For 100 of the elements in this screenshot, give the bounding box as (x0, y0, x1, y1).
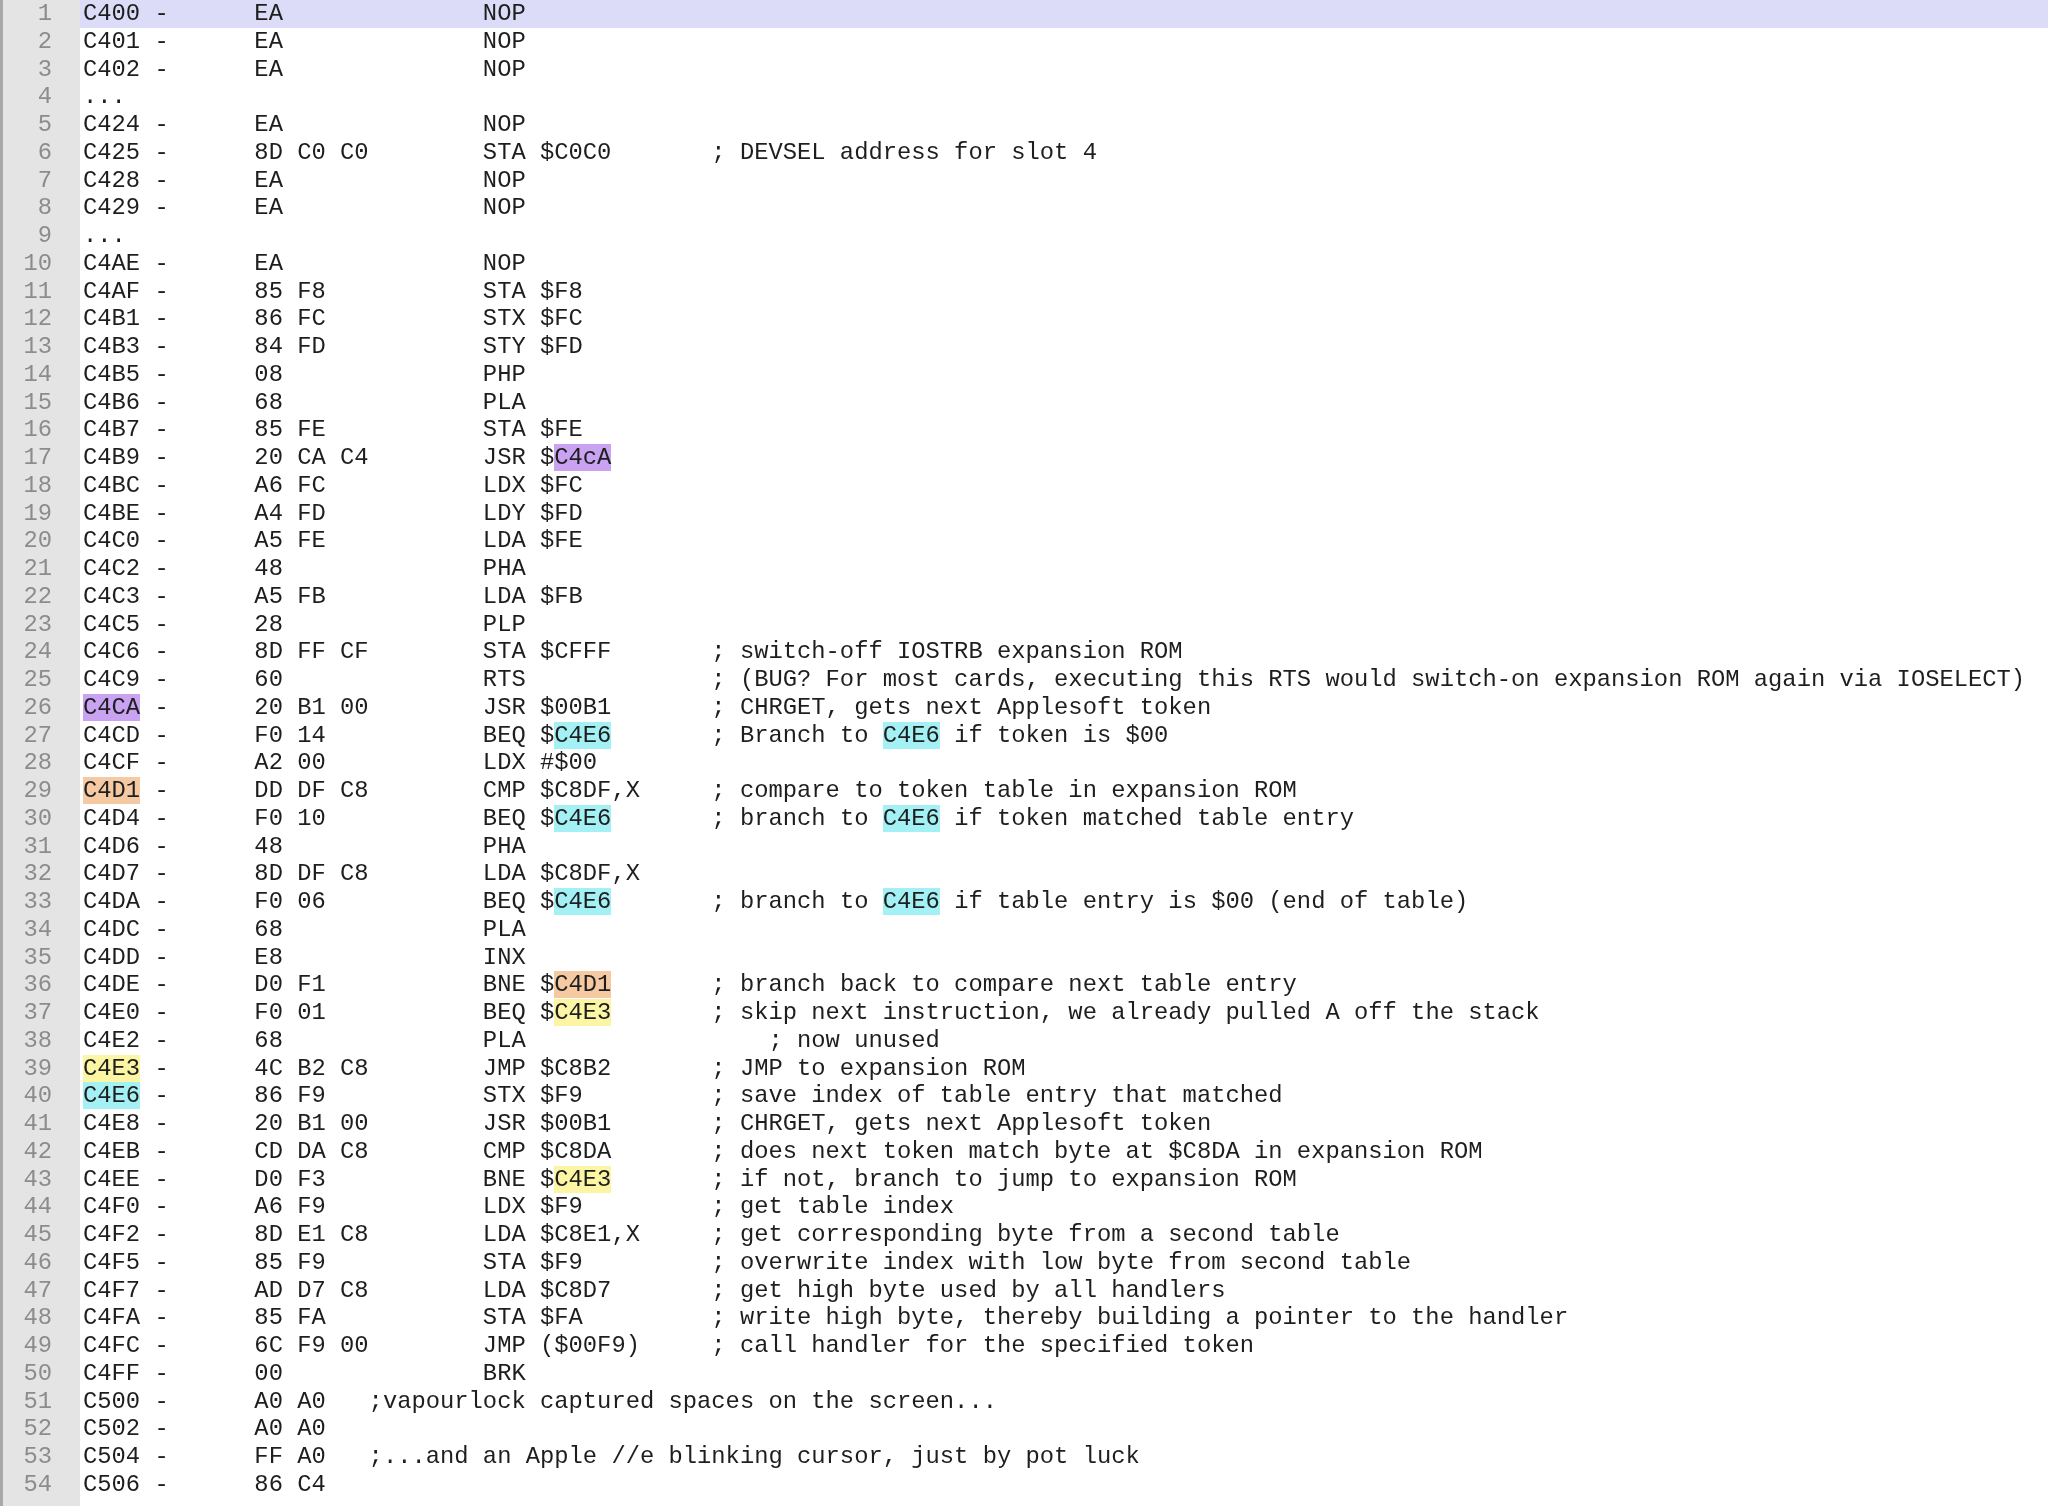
code-text: C4C3 - A5 FB LDA $FB (83, 582, 583, 610)
code-text: - 4C B2 C8 JMP $C8B2 ; JMP to expansion ROM (153, 1054, 1026, 1082)
highlighted-text: C4E3 (554, 1165, 612, 1193)
code-text: C4E8 - 20 B1 00 JSR $00B1 ; CHRGET, gets next Applesoft token (83, 1110, 1212, 1137)
code-text: C4FC - 6C F9 00 JMP ($00F9) ; call handler for the specified token (83, 1332, 1254, 1359)
line-number: 8 (37, 194, 53, 222)
line-number: 33 (23, 888, 53, 916)
code-text: C4FF - 00 BRK (83, 1359, 526, 1387)
highlighted-text: C4E6 (554, 721, 612, 749)
code-text: C4E0 - F0 01 BEQ $ (83, 999, 555, 1026)
highlighted-text: C4E6 (882, 721, 940, 749)
line-number: 13 (23, 333, 53, 361)
line-number: 40 (23, 1082, 53, 1110)
code-text: C429 - EA NOP (83, 194, 526, 222)
line-number: 26 (23, 693, 53, 722)
highlighted-text: C4E6 (882, 888, 940, 915)
highlighted-text: C4E6 (83, 1082, 141, 1110)
highlighted-text: C4CA (83, 693, 141, 721)
line-number: 48 (23, 1304, 53, 1332)
code-text: C4AE - EA NOP (83, 249, 526, 277)
line-number: 36 (23, 971, 53, 999)
line-number: 28 (23, 749, 53, 777)
highlighted-text: C4E3 (554, 999, 612, 1026)
code-text: C4FA - 85 FA STA $FA ; write high byte, thereby building a pointer to the handler (83, 1304, 1569, 1332)
line-number: 15 (23, 388, 53, 417)
line-number: 11 (23, 277, 53, 306)
line-number: 53 (23, 1443, 53, 1471)
code-text: C4B7 - 85 FE STA $FE (83, 416, 583, 444)
line-number: 18 (23, 471, 53, 500)
line-number: 54 (23, 1470, 53, 1499)
line-number: 51 (23, 1387, 53, 1416)
code-text: C4D7 - 8D DF C8 LDA $C8DF,X (83, 860, 640, 888)
code-text: ; if not, branch to jump to expansion ROM (710, 1165, 1297, 1193)
line-number: 42 (23, 1137, 53, 1166)
line-number: 25 (23, 666, 53, 694)
line-number: 39 (23, 1054, 53, 1083)
code-text: if token is $00 (953, 721, 1169, 749)
code-text: C4B6 - 68 PLA (83, 388, 526, 416)
line-number: 46 (23, 1248, 53, 1277)
line-number: 17 (23, 444, 53, 472)
code-text: C4F5 - 85 F9 STA $F9 ; overwrite index with low byte from second table (83, 1248, 1412, 1276)
line-number: 43 (23, 1165, 53, 1194)
code-text: - DD DF C8 CMP $C8DF,X ; compare to token table in expansion ROM (153, 777, 1297, 804)
line-number: 3 (37, 55, 53, 84)
line-number: 47 (23, 1276, 53, 1305)
code-text: if table entry is $00 (end of table) (953, 888, 1469, 915)
code-text: C502 - A0 A0 (83, 1415, 326, 1443)
code-text: C4DE - D0 F1 BNE $ (83, 971, 555, 999)
code-text: C4B5 - 08 PHP (83, 360, 526, 388)
line-number: 1 (37, 0, 53, 28)
code-text: - 20 B1 00 JSR $00B1 ; CHRGET, gets next Applesoft token (153, 693, 1212, 721)
code-text: C428 - EA NOP (83, 166, 526, 194)
line-number: 24 (23, 638, 53, 666)
line-number: 37 (23, 999, 53, 1027)
line-number: 50 (23, 1359, 53, 1388)
line-number: 29 (23, 777, 53, 805)
code-text: C4EE - D0 F3 BNE $ (83, 1165, 555, 1193)
highlighted-text: C4E6 (554, 804, 612, 832)
code-text: C424 - EA NOP (83, 111, 526, 138)
code-text: - 86 F9 STX $F9 ; save index of table entry that matched (153, 1082, 1283, 1110)
code-text: ; branch back to compare next table entry (710, 971, 1297, 999)
line-number: 35 (23, 943, 53, 972)
code-text: C4CF - A2 00 LDX #$00 (83, 749, 598, 777)
code-text: C4C9 - 60 RTS ; (BUG? For most cards, executing this RTS would switch-on expansion ROM again via IOSELECT) (83, 666, 2026, 693)
line-number: 2 (37, 27, 53, 56)
line-number: 32 (23, 860, 53, 888)
code-text: C4DD - E8 INX (83, 943, 526, 971)
code-text: ; branch to (710, 804, 870, 832)
code-text: ; skip next instruction, we already pulled A off the stack (710, 999, 1540, 1026)
line-number: 52 (23, 1415, 53, 1443)
code-text: C4F2 - 8D E1 C8 LDA $C8E1,X ; get corresponding byte from a second table (83, 1221, 1340, 1248)
code-text: C4B1 - 86 FC STX $FC (83, 305, 583, 333)
code-text: ; branch to (710, 888, 870, 915)
code-text: C504 - FF A0 ;...and an Apple //e blinking cursor, just by pot luck (83, 1443, 1140, 1470)
code-text: C4F0 - A6 F9 LDX $F9 ; get table index (83, 1193, 955, 1221)
highlighted-text: C4E6 (554, 888, 612, 915)
line-number: 19 (23, 499, 53, 528)
code-text: C4AF - 85 F8 STA $F8 (83, 277, 583, 305)
code-text: C4BC - A6 FC LDX $FC (83, 471, 583, 499)
line-number: 45 (23, 1221, 53, 1249)
code-text: C4B9 - 20 CA C4 JSR $ (83, 444, 555, 471)
code-text: C506 - 86 C4 (83, 1470, 326, 1498)
line-number: 12 (23, 305, 53, 333)
code-text: C4C6 - 8D FF CF STA $CFFF ; switch-off IOSTRB expansion ROM (83, 638, 1183, 666)
line-number: 30 (23, 804, 53, 833)
line-number: 22 (23, 582, 53, 611)
code-text: C4C2 - 48 PHA (83, 555, 526, 582)
code-text: ... (83, 222, 126, 249)
code-text: C4E2 - 68 PLA ; now unused (83, 1026, 940, 1054)
code-text: if token matched table entry (953, 804, 1354, 832)
line-number: 21 (23, 555, 53, 583)
highlighted-text: C4D1 (554, 971, 612, 999)
line-number: 23 (23, 610, 53, 639)
code-text: C4DA - F0 06 BEQ $ (83, 888, 555, 915)
code-text: C4D4 - F0 10 BEQ $ (83, 804, 555, 832)
line-number: 20 (23, 527, 53, 555)
highlighted-text: C4E6 (882, 804, 940, 832)
highlighted-text: C4D1 (83, 777, 141, 804)
line-number: 44 (23, 1193, 53, 1221)
line-number: 41 (23, 1110, 53, 1138)
